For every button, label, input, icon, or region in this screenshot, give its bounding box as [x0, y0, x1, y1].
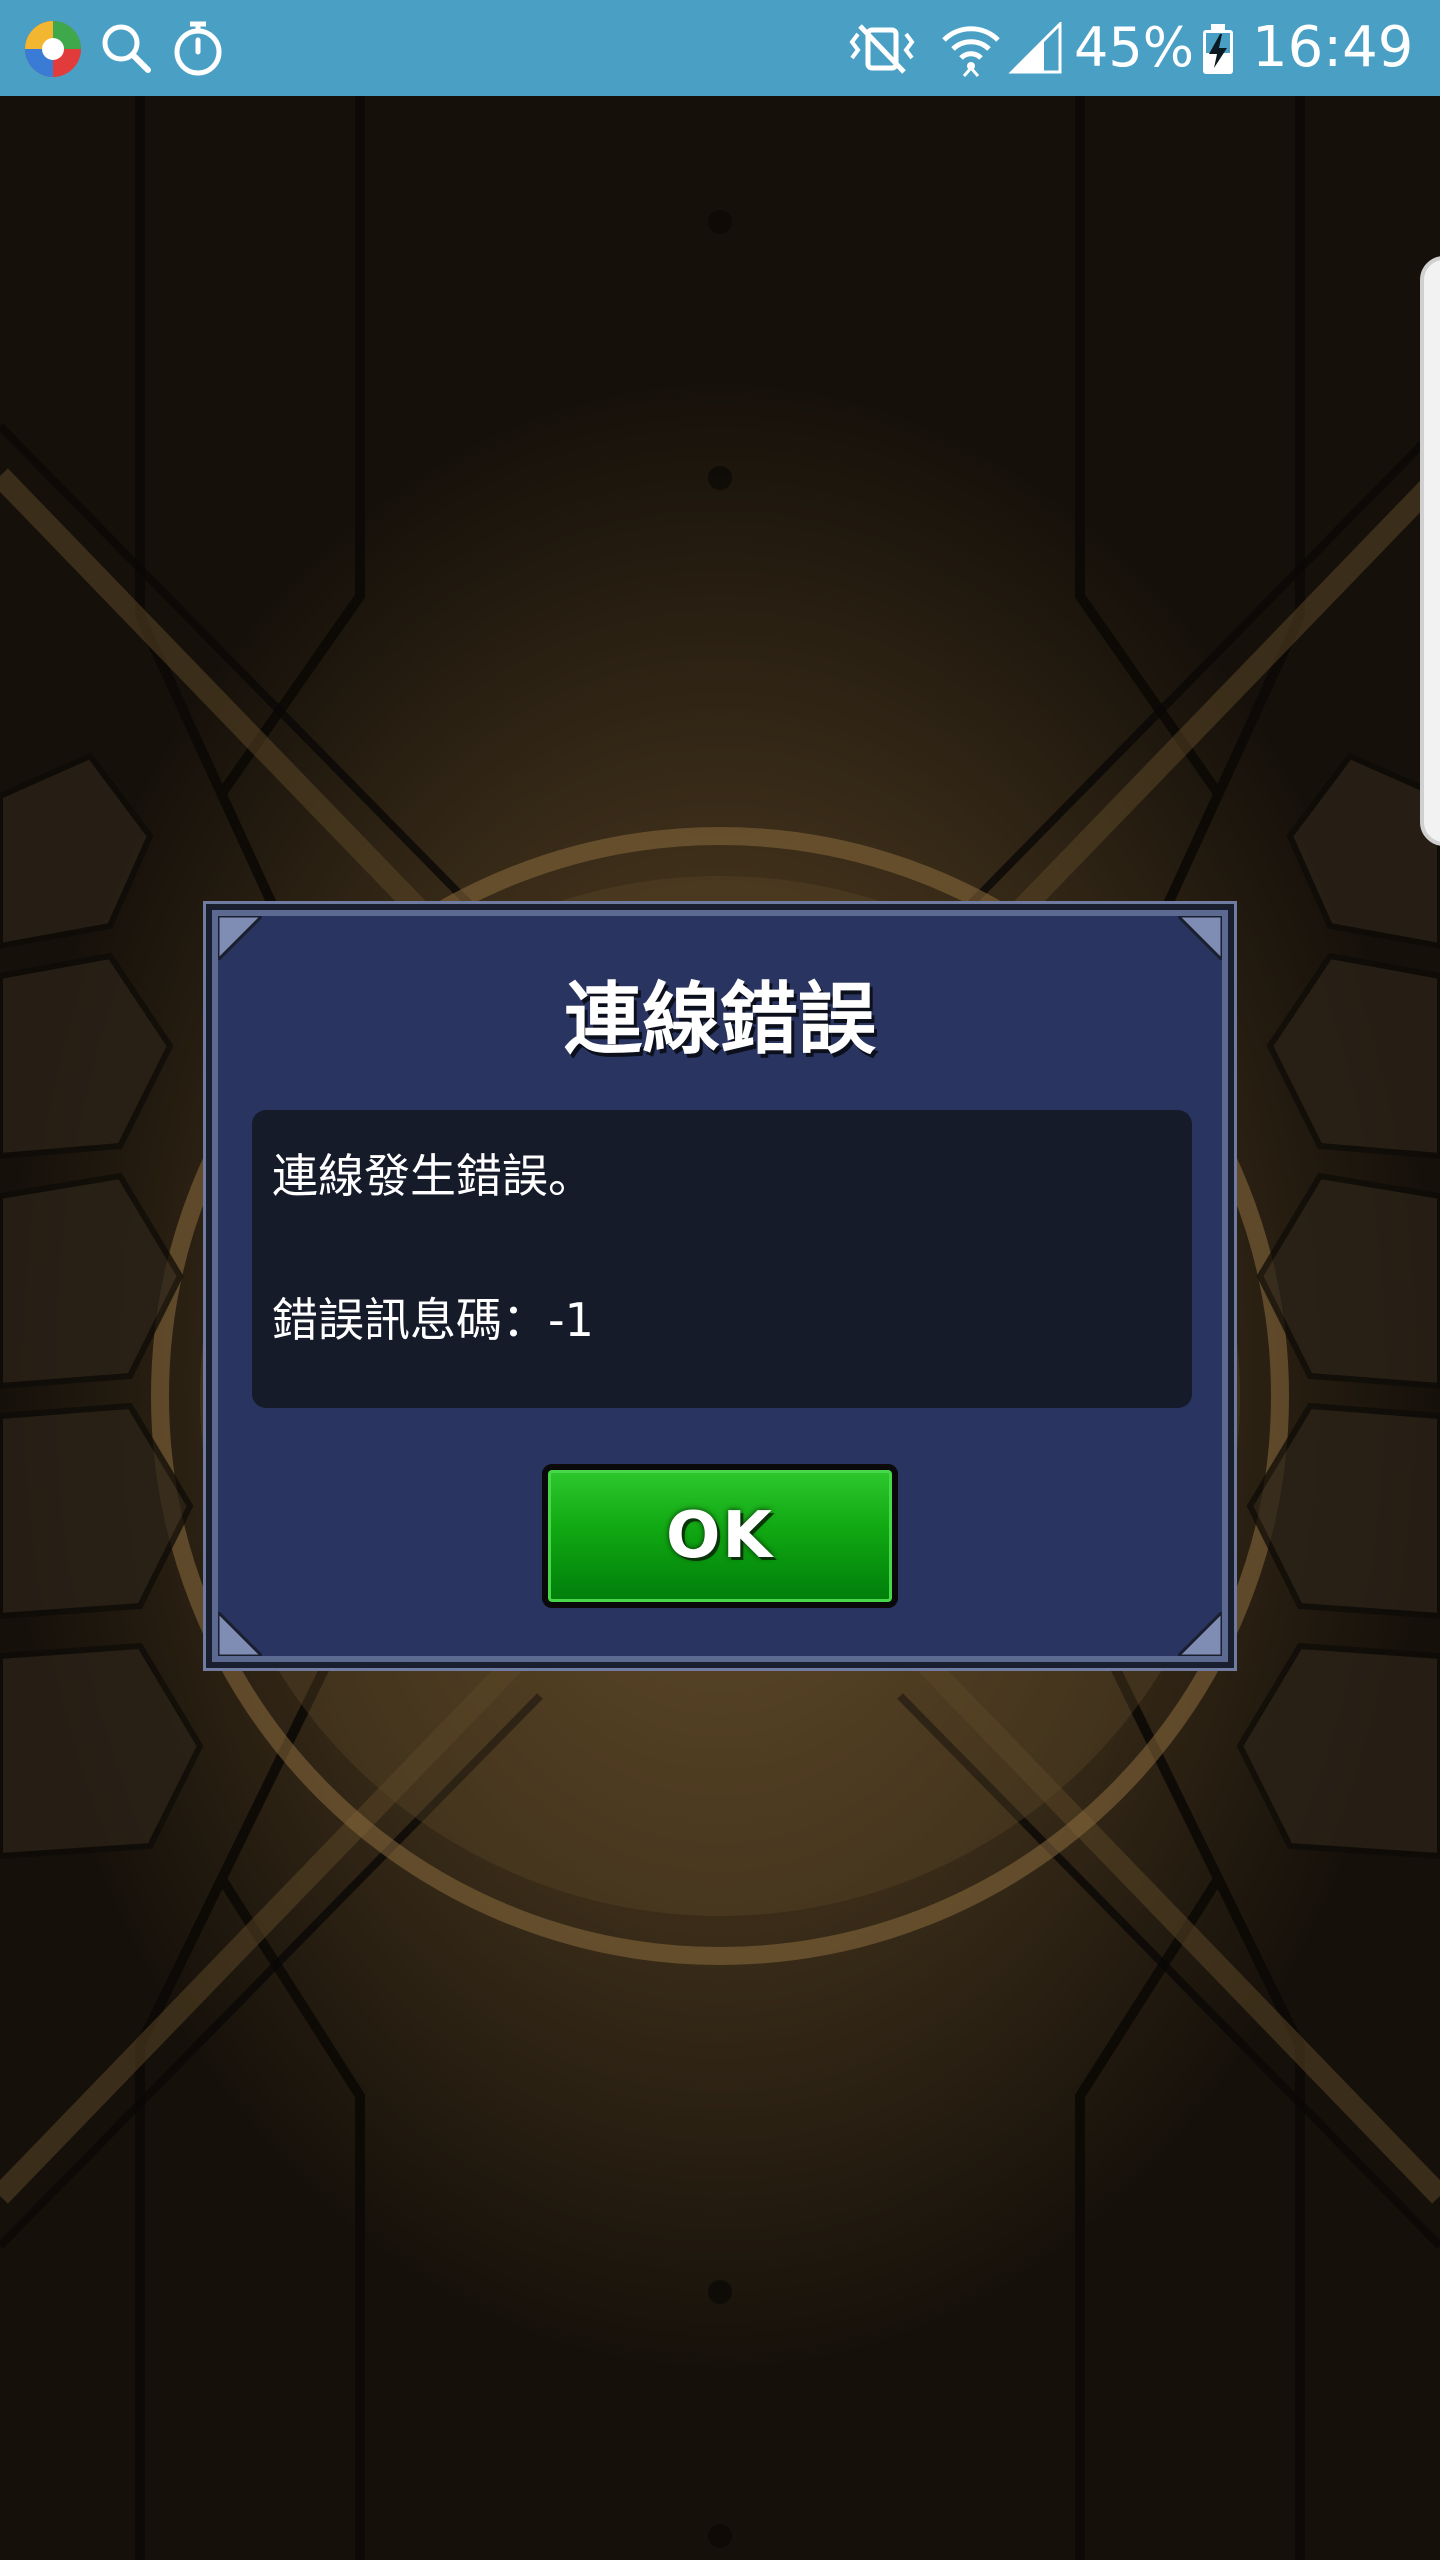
error-code: 錯誤訊息碼：-1: [272, 1293, 594, 1347]
battery-percent: 45%: [1074, 16, 1195, 79]
ok-button-label: OK: [666, 1499, 774, 1573]
signal-icon: [1008, 22, 1062, 74]
timer-icon: [174, 21, 222, 76]
status-bar: 45% 16:49: [0, 0, 1440, 96]
dialog-corner-ornament: [218, 1612, 262, 1656]
dialog-corner-ornament: [1178, 1612, 1222, 1656]
edge-panel-handle[interactable]: [1420, 256, 1440, 846]
search-icon: [102, 24, 151, 73]
dialog-corner-ornament: [218, 916, 262, 960]
ok-button[interactable]: OK: [542, 1464, 898, 1608]
error-message: 連線發生錯誤。: [272, 1149, 594, 1203]
dialog-message-box: 連線發生錯誤。 錯誤訊息碼：-1: [252, 1110, 1192, 1408]
mute-vibrate-icon: [849, 24, 915, 74]
battery-charging-icon: [1203, 24, 1233, 74]
screen: 45% 16:49 連線錯誤 連線發生錯誤。 錯誤訊息碼：-1 OK: [0, 0, 1440, 2560]
clock-time: 16:49: [1252, 15, 1414, 80]
dialog-title: 連線錯誤: [563, 975, 876, 1065]
error-dialog: 連線錯誤 連線發生錯誤。 錯誤訊息碼：-1 OK: [206, 904, 1234, 1668]
app-icon: [25, 21, 81, 77]
dialog-corner-ornament: [1178, 916, 1222, 960]
wifi-icon: [942, 26, 1000, 77]
